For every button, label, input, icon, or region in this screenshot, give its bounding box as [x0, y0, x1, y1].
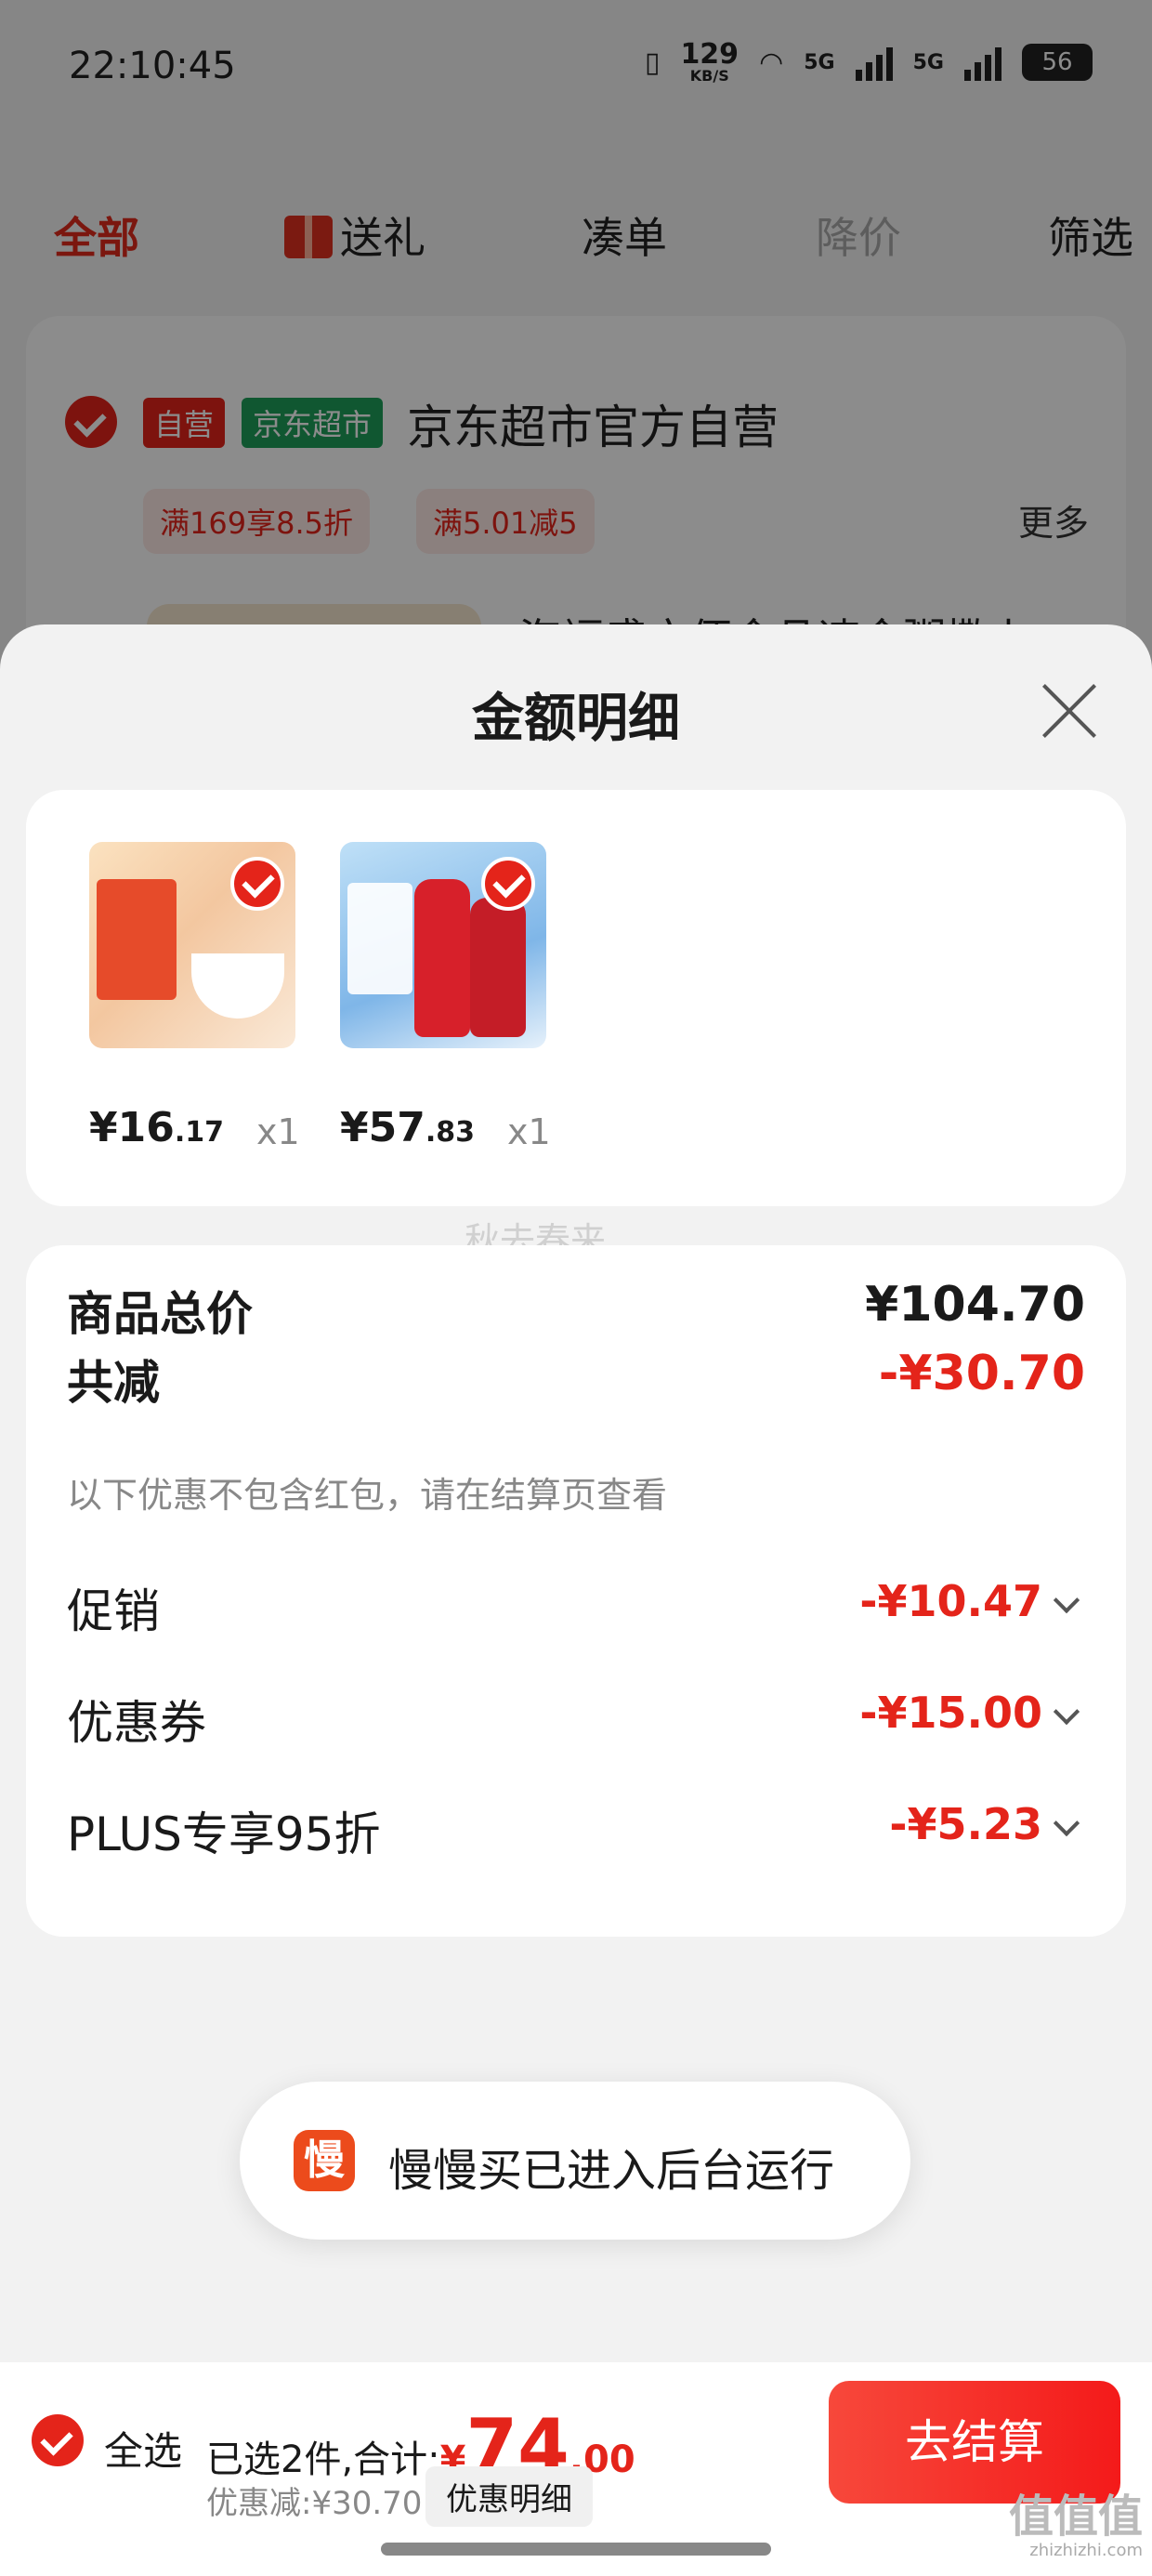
- product-quantity: x1: [507, 1111, 551, 1152]
- background-toast: 慢 慢慢买已进入后台运行: [240, 2082, 910, 2240]
- discount-label: 优惠券: [67, 1696, 206, 1750]
- app-icon: 慢: [294, 2130, 355, 2191]
- home-indicator[interactable]: [381, 2543, 771, 2556]
- product-image: [89, 842, 295, 1048]
- close-icon[interactable]: [1039, 680, 1100, 742]
- checkout-bar: 全选 已选2件,合计:¥74.00 优惠减:¥30.70 优惠明细 去结算 值值…: [0, 2362, 1152, 2576]
- chevron-down-icon: [1053, 1809, 1080, 1837]
- total-reduction-value: -¥30.70: [878, 1346, 1085, 1401]
- select-all-check-icon[interactable]: [32, 2414, 84, 2466]
- product-price: ¥16.17: [89, 1104, 225, 1151]
- discount-detail-button[interactable]: 优惠明细: [425, 2466, 593, 2527]
- discount-value: -¥15.00: [859, 1688, 1042, 1738]
- price-summary-card: 商品总价 ¥104.70 共减 -¥30.70 以下优惠不包含红包，请在结算页查…: [26, 1245, 1126, 1937]
- checkout-button[interactable]: 去结算: [829, 2381, 1120, 2504]
- selected-items-card: ¥16.17 x1 ¥57.83 x1: [26, 790, 1126, 1206]
- discount-label: PLUS专享95折: [67, 1807, 381, 1861]
- select-all-label[interactable]: 全选: [104, 2420, 182, 2477]
- discount-label: 促销: [67, 1584, 160, 1638]
- checkmark-icon: [481, 857, 535, 911]
- amount-detail-sheet: 金额明细 ¥16.17 x1 ¥57.83 x1 秋去春来 商品总价 ¥104.…: [0, 624, 1152, 2362]
- product-item[interactable]: ¥16.17 x1: [89, 842, 300, 1152]
- discount-value: -¥5.23: [889, 1799, 1042, 1849]
- reduction-note: 以下优惠不包含红包，请在结算页查看: [67, 1475, 668, 1516]
- product-image: [340, 842, 546, 1048]
- total-reduction-label: 共减: [67, 1356, 160, 1410]
- product-price: ¥57.83: [340, 1104, 476, 1151]
- total-price-label: 商品总价: [67, 1287, 253, 1341]
- discount-total: 优惠减:¥30.70: [206, 2485, 423, 2522]
- sheet-title: 金额明细: [472, 689, 680, 749]
- chevron-down-icon: [1053, 1698, 1080, 1726]
- site-watermark: 值值值 zhizhizhi.com: [1008, 2491, 1143, 2560]
- product-quantity: x1: [256, 1111, 300, 1152]
- toast-text: 慢慢买已进入后台运行: [388, 2145, 835, 2197]
- product-item[interactable]: ¥57.83 x1: [340, 842, 551, 1152]
- total-price-value: ¥104.70: [865, 1277, 1085, 1333]
- chevron-down-icon: [1053, 1586, 1080, 1614]
- discount-value: -¥10.47: [859, 1576, 1042, 1626]
- checkmark-icon: [230, 857, 284, 911]
